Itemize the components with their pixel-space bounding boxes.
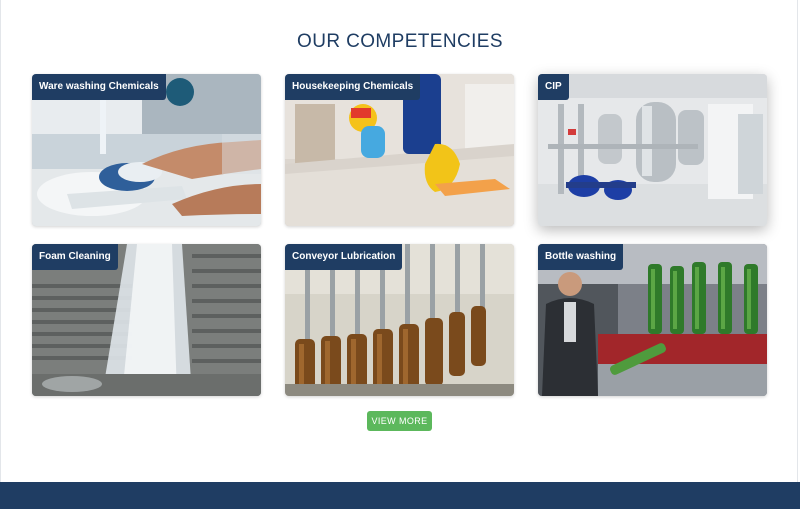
card-label: Housekeeping Chemicals — [285, 74, 421, 100]
card-label: Ware washing Chemicals — [32, 74, 166, 100]
card-label: Foam Cleaning — [32, 244, 118, 270]
card-label: Bottle washing — [538, 244, 624, 270]
competency-card-bottle-washing[interactable]: Bottle washing — [538, 244, 767, 396]
cip-image — [538, 74, 767, 226]
competency-card-conveyor-lubrication[interactable]: Conveyor Lubrication — [285, 244, 514, 396]
competency-card-foam-cleaning[interactable]: Foam Cleaning — [32, 244, 261, 396]
competency-card-ware-washing[interactable]: Ware washing Chemicals — [32, 74, 261, 226]
card-label: CIP — [538, 74, 569, 100]
view-more-button[interactable]: VIEW MORE — [367, 411, 432, 431]
section-title: OUR COMPETENCIES — [297, 31, 503, 52]
footer-bar — [0, 482, 800, 509]
page-frame — [0, 0, 798, 482]
competency-card-housekeeping[interactable]: Housekeeping Chemicals — [285, 74, 514, 226]
card-label: Conveyor Lubrication — [285, 244, 403, 270]
competency-card-cip[interactable]: CIP — [538, 74, 767, 226]
